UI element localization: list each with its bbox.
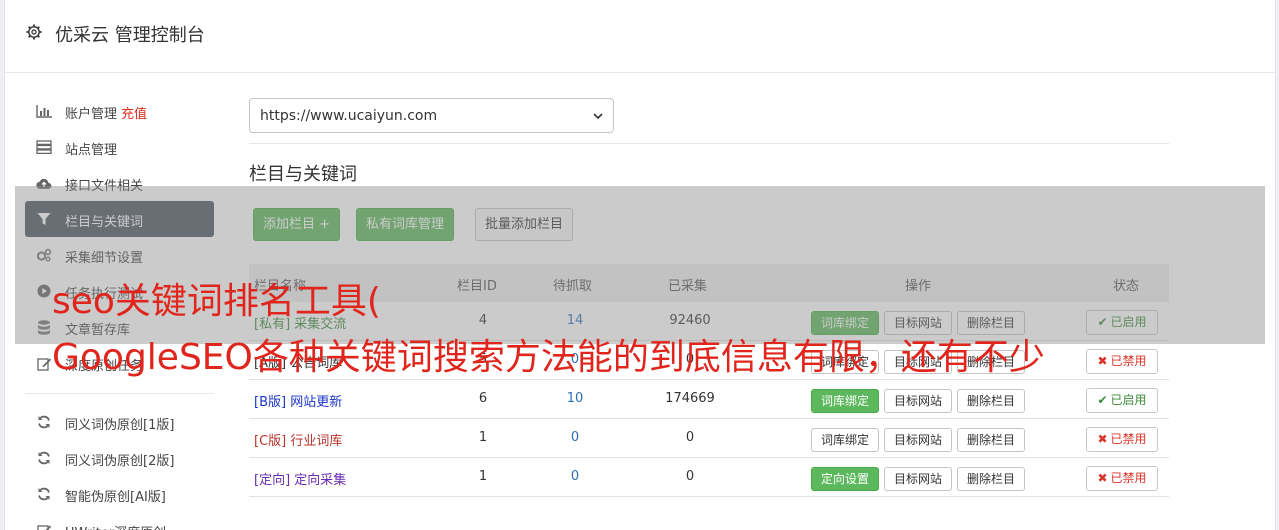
- delete-column-button[interactable]: 删除栏目: [957, 389, 1026, 413]
- refresh-icon: [36, 415, 52, 429]
- pending-count[interactable]: 0: [545, 430, 605, 445]
- column-id: 1: [478, 469, 488, 484]
- sidebar-item-synonym-v2[interactable]: 同义词伪原创[2版]: [25, 440, 214, 476]
- pending-count[interactable]: 10: [545, 391, 605, 406]
- page-title: 优采云 管理控制台: [55, 25, 205, 46]
- sidebar-item-sites[interactable]: 站点管理: [25, 129, 214, 165]
- column-name[interactable]: [B版] 网站更新: [254, 391, 342, 410]
- column-title: 行业词库: [290, 434, 343, 449]
- bar-chart-icon: [36, 104, 52, 118]
- status-toggle[interactable]: ✖ 已禁用: [1086, 349, 1158, 374]
- sidebar-item-label: 同义词伪原创[2版]: [65, 454, 175, 469]
- directed-settings-button[interactable]: 定向设置: [811, 467, 880, 491]
- check-icon: ✔: [1097, 393, 1108, 407]
- status-label: 已禁用: [1110, 432, 1147, 446]
- target-site-button[interactable]: 目标网站: [884, 428, 953, 452]
- sidebar-item-label: 账户管理: [65, 107, 118, 122]
- page-header: 优采云 管理控制台: [5, 0, 1275, 73]
- column-title: 网站更新: [290, 395, 343, 410]
- cross-icon: ✖: [1097, 354, 1108, 368]
- status-toggle[interactable]: ✔ 已启用: [1086, 388, 1158, 413]
- edit-icon: [36, 523, 52, 530]
- site-select[interactable]: https://www.ucaiyun.com: [249, 98, 614, 133]
- delete-column-button[interactable]: 删除栏目: [957, 428, 1026, 452]
- status-toggle[interactable]: ✖ 已禁用: [1086, 466, 1158, 491]
- sidebar-item-label: UWriter深度原创: [65, 522, 166, 530]
- server-icon: [36, 140, 52, 154]
- site-select-value: https://www.ucaiyun.com: [260, 108, 438, 124]
- target-site-button[interactable]: 目标网站: [884, 467, 953, 491]
- cross-icon: ✖: [1097, 432, 1108, 446]
- column-title: 定向采集: [294, 473, 347, 488]
- column-id: 6: [478, 391, 488, 406]
- column-tag: [B版]: [254, 395, 287, 410]
- column-name[interactable]: [定向] 定向采集: [254, 469, 346, 488]
- column-name[interactable]: [C版] 行业词库: [254, 430, 342, 449]
- collected-count: 0: [685, 469, 695, 484]
- section-title: 栏目与关键词: [249, 164, 357, 185]
- recharge-link[interactable]: 充值: [121, 107, 147, 122]
- chevron-down-icon: [593, 113, 603, 120]
- column-tag: [C版]: [254, 434, 287, 449]
- sidebar-item-label: 智能伪原创[AI版]: [65, 490, 166, 505]
- delete-column-button[interactable]: 删除栏目: [957, 467, 1026, 491]
- target-site-button[interactable]: 目标网站: [884, 389, 953, 413]
- refresh-icon: [36, 487, 52, 501]
- pending-count[interactable]: 0: [545, 469, 605, 484]
- table-row: [B版] 网站更新 6 10 174669 词库绑定 目标网站 删除栏目 ✔ 已启用: [249, 380, 1169, 419]
- status-label: 已启用: [1110, 393, 1147, 407]
- sidebar-divider: [25, 393, 214, 394]
- refresh-icon: [36, 451, 52, 465]
- status-toggle[interactable]: ✖ 已禁用: [1086, 427, 1158, 452]
- sidebar-item-ai-rewrite[interactable]: 智能伪原创[AI版]: [25, 476, 214, 512]
- status-label: 已禁用: [1110, 354, 1147, 368]
- table-row: [定向] 定向采集 1 0 0 定向设置 目标网站 删除栏目 ✖ 已禁用: [249, 458, 1169, 497]
- sidebar-item-account[interactable]: 账户管理 充值: [25, 93, 214, 129]
- sidebar-item-label: 站点管理: [65, 143, 118, 158]
- sidebar-item-synonym-v1[interactable]: 同义词伪原创[1版]: [25, 404, 214, 440]
- cross-icon: ✖: [1097, 471, 1108, 485]
- lexicon-bind-button[interactable]: 词库绑定: [811, 428, 880, 452]
- collected-count: 0: [685, 430, 695, 445]
- lexicon-bind-button[interactable]: 词库绑定: [811, 389, 880, 413]
- edit-icon: [36, 356, 52, 371]
- collected-count: 174669: [665, 391, 715, 406]
- column-tag: [定向]: [254, 473, 291, 488]
- status-label: 已禁用: [1110, 471, 1147, 485]
- sidebar-item-label: 同义词伪原创[1版]: [65, 418, 175, 433]
- overlay-subline: GoogleSEO各种关键词搜索方法能的到底信息有限，还有不少: [52, 337, 1045, 378]
- divider: [249, 143, 1169, 144]
- column-id: 1: [478, 430, 488, 445]
- table-row: [C版] 行业词库 1 0 0 词库绑定 目标网站 删除栏目 ✖ 已禁用: [249, 419, 1169, 458]
- sidebar-item-uwriter[interactable]: UWriter深度原创: [25, 512, 214, 530]
- gear-icon: [26, 24, 42, 40]
- overlay-headline: seo关键词排名工具(: [52, 281, 381, 322]
